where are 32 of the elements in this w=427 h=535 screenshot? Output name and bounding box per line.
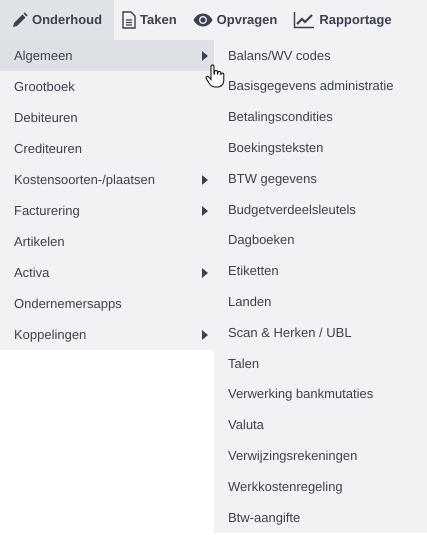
submenu-item[interactable]: Verwijzingsrekeningen [214, 440, 427, 472]
document-icon [122, 11, 136, 29]
submenu-item[interactable]: BTW gegevens [214, 163, 427, 194]
menu-bar-tab[interactable]: Onderhoud [0, 0, 114, 40]
hand-cursor-icon [205, 64, 225, 88]
menu-item-label: Grootboek [14, 78, 75, 96]
eye-icon [192, 13, 213, 27]
submenu-item[interactable]: Etiketten [214, 256, 427, 286]
submenu-item[interactable]: Btw-aangifte [214, 502, 427, 533]
submenu-item[interactable]: Landen [214, 286, 427, 318]
submenu-item[interactable]: Betalingscondities [214, 102, 427, 132]
submenu-item[interactable]: Valuta [214, 410, 427, 440]
pencil-icon [12, 12, 28, 28]
submenu-item[interactable]: Werkkostenregeling [214, 471, 427, 502]
line-chart-icon [293, 11, 316, 29]
menu-item-label: Artikelen [14, 232, 65, 251]
submenu-item[interactable]: Verwerking bankmutaties [214, 378, 427, 410]
submenu-item[interactable]: Talen [214, 348, 427, 379]
menu-item-label: Debiteuren [14, 108, 78, 127]
menu-item-label: Facturering [14, 202, 80, 220]
submenu-item[interactable]: Budgetverdeelsleutels [214, 194, 427, 225]
menu-item-label: Kostensoorten-/plaatsen [14, 170, 155, 189]
menu-item-label: Activa [14, 264, 50, 282]
submenu-item[interactable]: Scan & Herken / UBL [214, 317, 427, 348]
submenu-item[interactable]: Balans/WV codes [214, 40, 427, 71]
menu-item-label: Koppelingen [14, 326, 86, 344]
menu-item[interactable]: Algemeen [0, 40, 214, 71]
menu-item-label: Crediteuren [14, 140, 82, 158]
menu-item-label: Ondernemersapps [14, 294, 122, 313]
menu-item-label: Algemeen [14, 46, 73, 65]
submenu-item[interactable]: Boekingsteksten [214, 132, 427, 164]
submenu-item[interactable]: Dagboeken [214, 224, 427, 256]
